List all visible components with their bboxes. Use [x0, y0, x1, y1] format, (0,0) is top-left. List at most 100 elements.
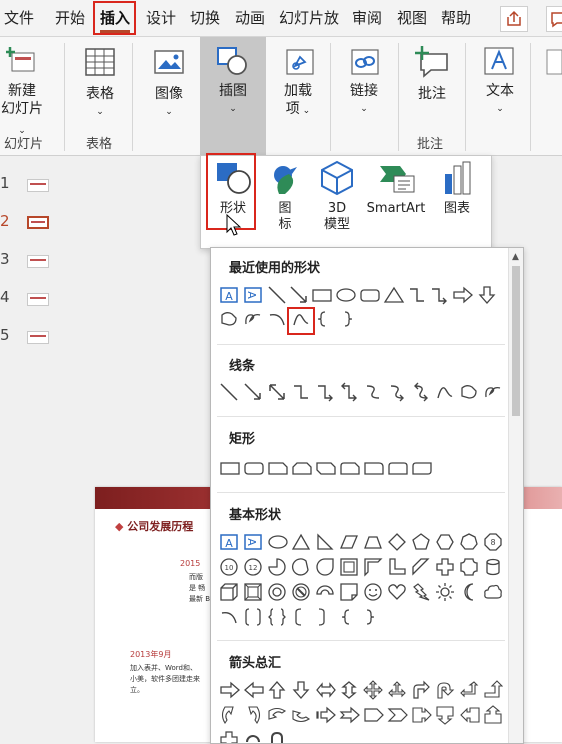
text-button[interactable]: 文本 ⌄ [480, 82, 520, 118]
3d-models-button[interactable]: 3D 模型 [313, 160, 361, 233]
tab-file[interactable]: 文件 [4, 7, 34, 28]
down-arrow-callout-shape-icon[interactable] [435, 705, 455, 725]
quad-arrow-shape-icon[interactable] [363, 680, 383, 700]
arrow-line-shape-icon[interactable] [243, 382, 263, 402]
share-button[interactable] [500, 6, 528, 32]
elbow-connector-shape-icon[interactable] [407, 285, 427, 305]
left-arrow-shape-icon[interactable] [243, 680, 265, 700]
slide-thumbnail[interactable] [27, 179, 49, 192]
triangle-shape-icon[interactable] [383, 285, 405, 305]
comment-button[interactable]: 批注 [414, 85, 450, 103]
freeform-shape-icon[interactable] [459, 382, 479, 402]
textbox-shape-icon[interactable]: A [219, 532, 239, 552]
tab-home[interactable]: 开始 [55, 7, 85, 28]
striped-right-arrow-shape-icon[interactable] [315, 705, 337, 725]
cross-shape-icon[interactable] [435, 557, 455, 577]
snip-diagonal-rectangle-shape-icon[interactable] [315, 458, 337, 478]
scribble-shape-icon[interactable] [483, 382, 503, 402]
snip-round-rectangle-shape-icon[interactable] [339, 458, 361, 478]
curved-connector-shape-icon[interactable] [363, 382, 383, 402]
textbox-shape-icon[interactable]: A [219, 285, 239, 305]
tab-review[interactable]: 审阅 [352, 7, 382, 28]
scroll-thumb[interactable] [512, 266, 520, 416]
right-triangle-shape-icon[interactable] [315, 532, 335, 552]
lightning-bolt-shape-icon[interactable] [411, 582, 431, 602]
round-corner-rectangle-shape-icon[interactable] [363, 458, 385, 478]
double-brace-shape-icon[interactable] [267, 607, 287, 627]
sun-shape-icon[interactable] [435, 582, 455, 602]
scroll-up-icon[interactable]: ▲ [512, 252, 519, 262]
more-icon[interactable] [545, 47, 562, 81]
table-icon[interactable] [84, 47, 116, 81]
tab-design[interactable]: 设计 [146, 7, 176, 28]
chord-shape-icon[interactable] [291, 557, 311, 577]
round-same-side-rectangle-shape-icon[interactable] [387, 458, 409, 478]
curved-down-arrow-shape-icon[interactable] [291, 705, 311, 725]
right-arrow-shape-icon[interactable] [219, 680, 241, 700]
right-brace-shape-icon[interactable] [341, 309, 355, 329]
down-arrow-shape-icon[interactable] [477, 285, 497, 305]
plaque-shape-icon[interactable] [459, 557, 479, 577]
diamond-shape-icon[interactable] [387, 532, 407, 552]
l-shape-icon[interactable] [387, 557, 407, 577]
arc-shape-icon[interactable] [267, 309, 287, 329]
curve-shape-icon[interactable] [435, 382, 455, 402]
image-button[interactable]: 图像 ⌄ [148, 85, 190, 121]
can-shape-icon[interactable] [483, 557, 503, 577]
right-arrow-callout-shape-icon[interactable] [411, 705, 433, 725]
bevel-shape-icon[interactable] [243, 582, 263, 602]
illustrations-icon[interactable] [215, 45, 249, 81]
smartart-button[interactable]: SmartArt [363, 160, 429, 217]
curved-right-arrow-shape-icon[interactable] [219, 705, 239, 725]
left-up-arrow-shape-icon[interactable] [459, 680, 479, 700]
rounded-rectangle-shape-icon[interactable] [359, 285, 381, 305]
pentagon-shape-icon[interactable] [411, 532, 431, 552]
addins-icon[interactable] [284, 47, 316, 81]
new-slide-button[interactable]: 新建 幻灯片 ⌄ [0, 82, 44, 140]
no-symbol-shape-icon[interactable] [291, 582, 311, 602]
bent-arrow-shape-icon[interactable] [411, 680, 431, 700]
snip-same-side-rectangle-shape-icon[interactable] [291, 458, 313, 478]
left-right-arrow-shape-icon[interactable] [315, 680, 337, 700]
heptagon-shape-icon[interactable] [459, 532, 479, 552]
slide-thumbnail[interactable] [27, 255, 49, 268]
elbow-double-arrow-connector-shape-icon[interactable] [339, 382, 359, 402]
slide-thumbnail[interactable] [27, 293, 49, 306]
octagon-shape-icon[interactable]: 8 [483, 532, 503, 552]
oval-shape-icon[interactable] [335, 285, 357, 305]
decagon-shape-icon[interactable]: 10 [219, 557, 239, 577]
elbow-arrow-connector-shape-icon[interactable] [429, 285, 449, 305]
vertical-textbox-shape-icon[interactable]: A [243, 285, 263, 305]
right-brace-shape-icon[interactable] [363, 607, 377, 627]
image-icon[interactable] [153, 47, 185, 81]
icons-button[interactable]: 图 标 [261, 160, 309, 233]
tab-animations[interactable]: 动画 [235, 7, 265, 28]
arrow-line-shape-icon[interactable] [289, 285, 309, 305]
curved-arrow-connector-shape-icon[interactable] [387, 382, 407, 402]
moon-shape-icon[interactable] [459, 582, 479, 602]
up-down-arrow-shape-icon[interactable] [339, 680, 359, 700]
chart-button[interactable]: 图表 [433, 160, 481, 217]
teardrop-shape-icon[interactable] [315, 557, 335, 577]
heart-shape-icon[interactable] [387, 582, 407, 602]
line-shape-icon[interactable] [267, 285, 287, 305]
double-bracket-shape-icon[interactable] [243, 607, 263, 627]
diagonal-stripe-shape-icon[interactable] [411, 557, 431, 577]
frame-shape-icon[interactable] [339, 557, 359, 577]
left-brace-shape-icon[interactable] [315, 309, 329, 329]
link-button[interactable]: 链接 ⌄ [344, 82, 384, 118]
dodecagon-shape-icon[interactable]: 12 [243, 557, 263, 577]
tab-transitions[interactable]: 切换 [190, 7, 220, 28]
pie-shape-icon[interactable] [267, 557, 287, 577]
left-brace-shape-icon[interactable] [339, 607, 353, 627]
oval-shape-icon[interactable] [267, 532, 289, 552]
trapezoid-shape-icon[interactable] [363, 532, 383, 552]
comment-icon[interactable] [414, 45, 450, 83]
left-right-up-arrow-shape-icon[interactable] [387, 680, 407, 700]
tab-view[interactable]: 视图 [397, 7, 427, 28]
bent-up-arrow-shape-icon[interactable] [483, 680, 503, 700]
curved-double-arrow-connector-shape-icon[interactable] [411, 382, 431, 402]
smiley-face-shape-icon[interactable] [363, 582, 383, 602]
elbow-arrow-connector-shape-icon[interactable] [315, 382, 335, 402]
u-turn-arrow-shape-icon[interactable] [435, 680, 455, 700]
